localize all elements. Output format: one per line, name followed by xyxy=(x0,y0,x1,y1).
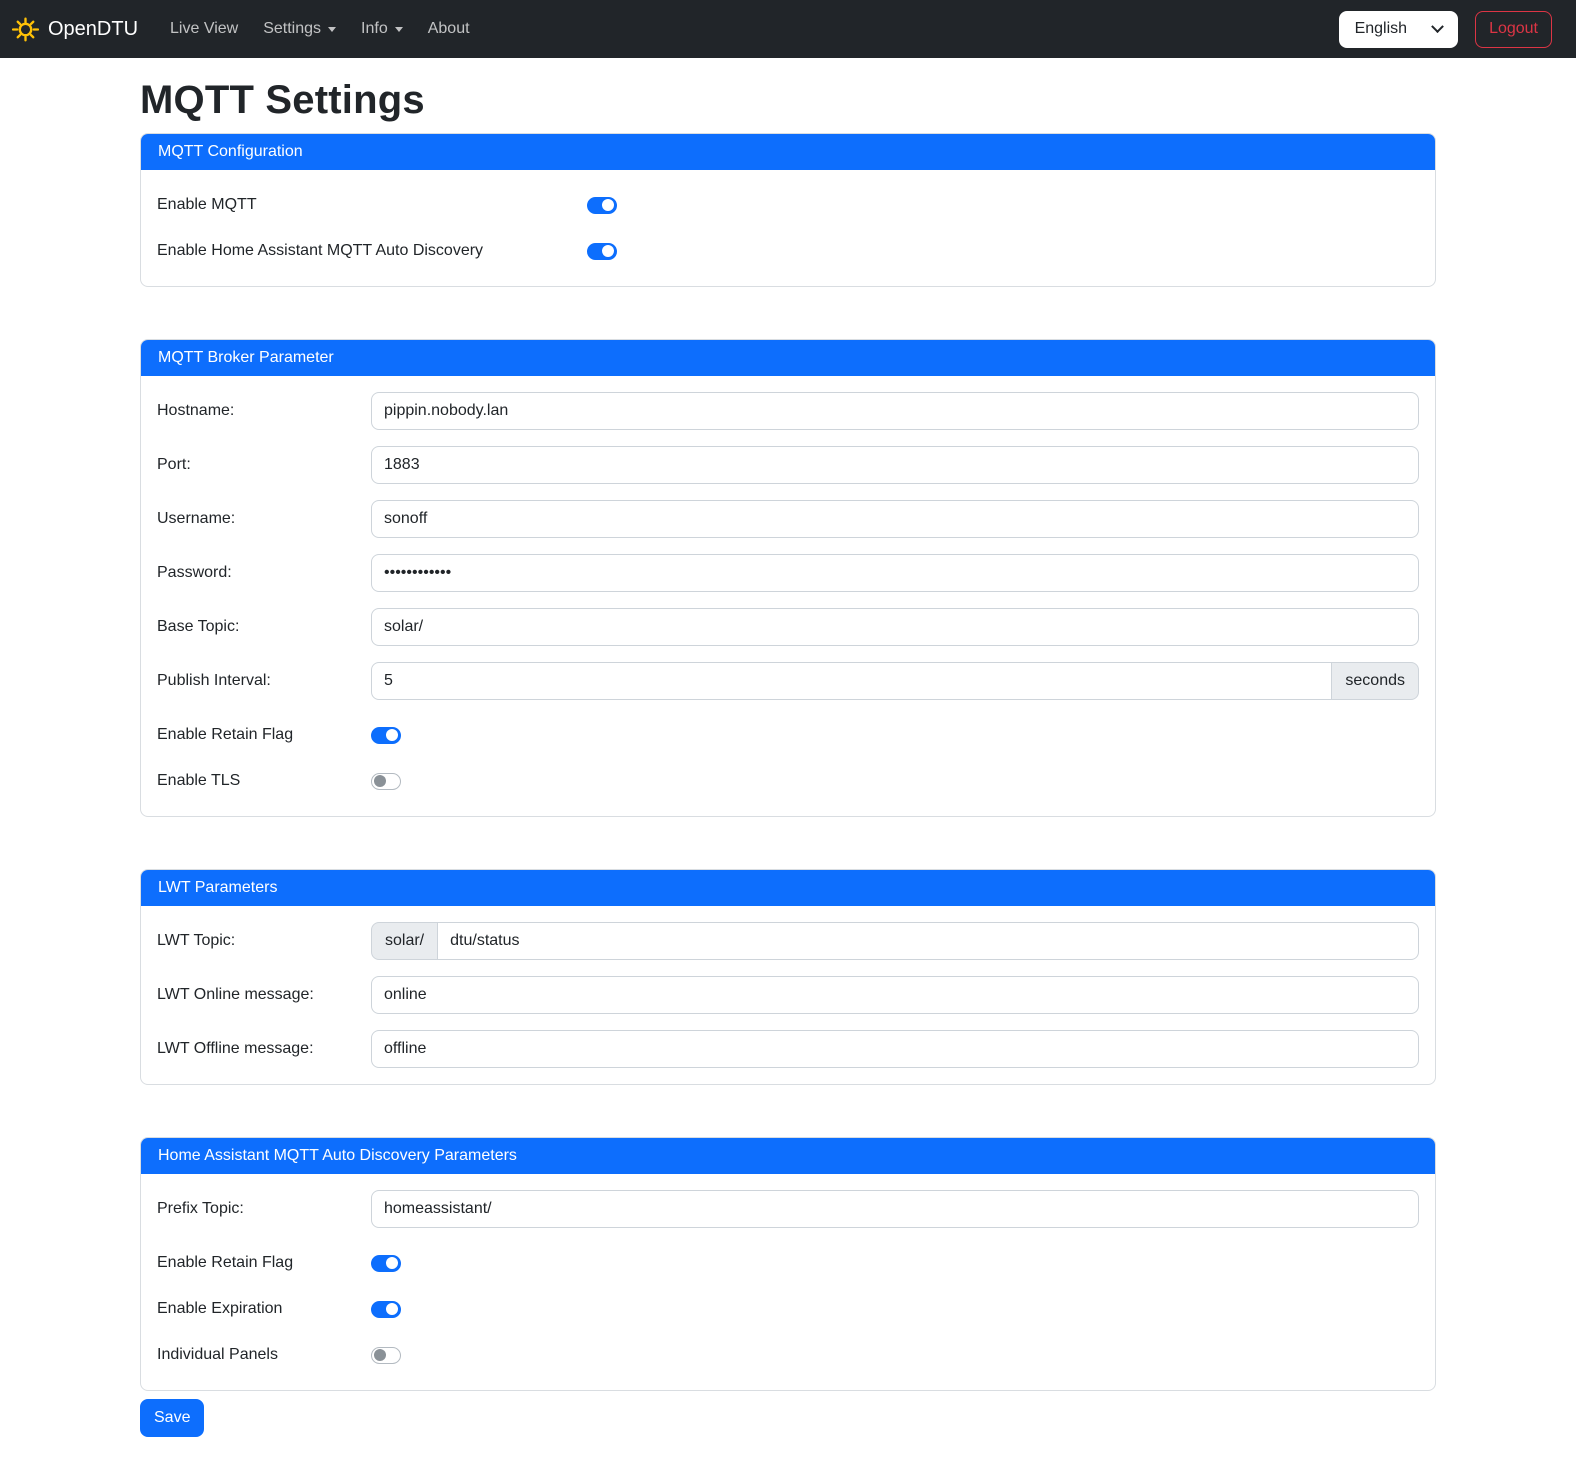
brand-label: OpenDTU xyxy=(48,18,138,41)
chevron-down-icon xyxy=(395,27,403,32)
base-topic-input[interactable] xyxy=(371,608,1419,646)
publish-interval-label: Publish Interval: xyxy=(157,672,371,690)
enable-mqtt-toggle[interactable] xyxy=(587,197,617,214)
nav-item-label: About xyxy=(428,20,470,38)
nav-item-info[interactable]: Info xyxy=(353,12,411,46)
card-header: MQTT Broker Parameter xyxy=(141,340,1435,376)
enable-tls-toggle[interactable] xyxy=(371,773,401,790)
lwt-online-label: LWT Online message: xyxy=(157,986,371,1004)
chevron-down-icon xyxy=(1431,20,1444,33)
nav-item-label: Live View xyxy=(170,20,238,38)
publish-interval-input[interactable] xyxy=(371,662,1332,700)
save-button[interactable]: Save xyxy=(140,1399,204,1437)
nav-item-about[interactable]: About xyxy=(420,12,478,46)
lwt-topic-input[interactable] xyxy=(437,922,1419,960)
nav-links: Live View Settings Info About xyxy=(162,12,487,46)
main-content: MQTT Settings MQTT Configuration Enable … xyxy=(140,78,1436,1457)
enable-expiration-toggle[interactable] xyxy=(371,1301,401,1318)
password-input[interactable] xyxy=(371,554,1419,592)
sun-icon xyxy=(12,16,39,43)
hass-retain-label: Enable Retain Flag xyxy=(157,1254,371,1272)
nav-item-label: Settings xyxy=(263,20,321,38)
navbar: OpenDTU Live View Settings Info About En… xyxy=(0,0,1576,58)
mqtt-configuration-card: MQTT Configuration Enable MQTT Enable Ho… xyxy=(140,133,1436,287)
card-header: Home Assistant MQTT Auto Discovery Param… xyxy=(141,1138,1435,1174)
nav-item-settings[interactable]: Settings xyxy=(255,12,344,46)
prefix-topic-input[interactable] xyxy=(371,1190,1419,1228)
lwt-online-input[interactable] xyxy=(371,976,1419,1014)
lwt-parameters-card: LWT Parameters LWT Topic: solar/ LWT Onl… xyxy=(140,869,1436,1085)
chevron-down-icon xyxy=(328,27,336,32)
nav-item-label: Info xyxy=(361,20,388,38)
card-header: MQTT Configuration xyxy=(141,134,1435,170)
port-label: Port: xyxy=(157,456,371,474)
password-label: Password: xyxy=(157,564,371,582)
page-title: MQTT Settings xyxy=(140,78,1436,123)
username-input[interactable] xyxy=(371,500,1419,538)
lwt-topic-label: LWT Topic: xyxy=(157,932,371,950)
username-label: Username: xyxy=(157,510,371,528)
logout-button[interactable]: Logout xyxy=(1475,11,1552,48)
hostname-input[interactable] xyxy=(371,392,1419,430)
nav-item-live-view[interactable]: Live View xyxy=(162,12,246,46)
enable-hass-discovery-toggle[interactable] xyxy=(587,243,617,260)
lwt-offline-input[interactable] xyxy=(371,1030,1419,1068)
mqtt-broker-card: MQTT Broker Parameter Hostname: Port: Us… xyxy=(140,339,1436,817)
enable-tls-label: Enable TLS xyxy=(157,772,371,790)
navbar-right: English Logout xyxy=(1339,11,1552,48)
lwt-topic-prefix: solar/ xyxy=(371,922,438,960)
language-value: English xyxy=(1355,20,1407,38)
retain-flag-label: Enable Retain Flag xyxy=(157,726,371,744)
hass-discovery-card: Home Assistant MQTT Auto Discovery Param… xyxy=(140,1137,1436,1391)
prefix-topic-label: Prefix Topic: xyxy=(157,1200,371,1218)
brand[interactable]: OpenDTU xyxy=(12,16,138,43)
individual-panels-toggle[interactable] xyxy=(371,1347,401,1364)
hostname-label: Hostname: xyxy=(157,402,371,420)
retain-flag-toggle[interactable] xyxy=(371,727,401,744)
lwt-offline-label: LWT Offline message: xyxy=(157,1040,371,1058)
enable-expiration-label: Enable Expiration xyxy=(157,1300,371,1318)
hass-retain-toggle[interactable] xyxy=(371,1255,401,1272)
card-header: LWT Parameters xyxy=(141,870,1435,906)
base-topic-label: Base Topic: xyxy=(157,618,371,636)
enable-mqtt-label: Enable MQTT xyxy=(157,196,587,214)
publish-interval-unit: seconds xyxy=(1331,662,1419,700)
individual-panels-label: Individual Panels xyxy=(157,1346,371,1364)
port-input[interactable] xyxy=(371,446,1419,484)
enable-hass-discovery-label: Enable Home Assistant MQTT Auto Discover… xyxy=(157,242,587,260)
language-select[interactable]: English xyxy=(1339,11,1458,48)
